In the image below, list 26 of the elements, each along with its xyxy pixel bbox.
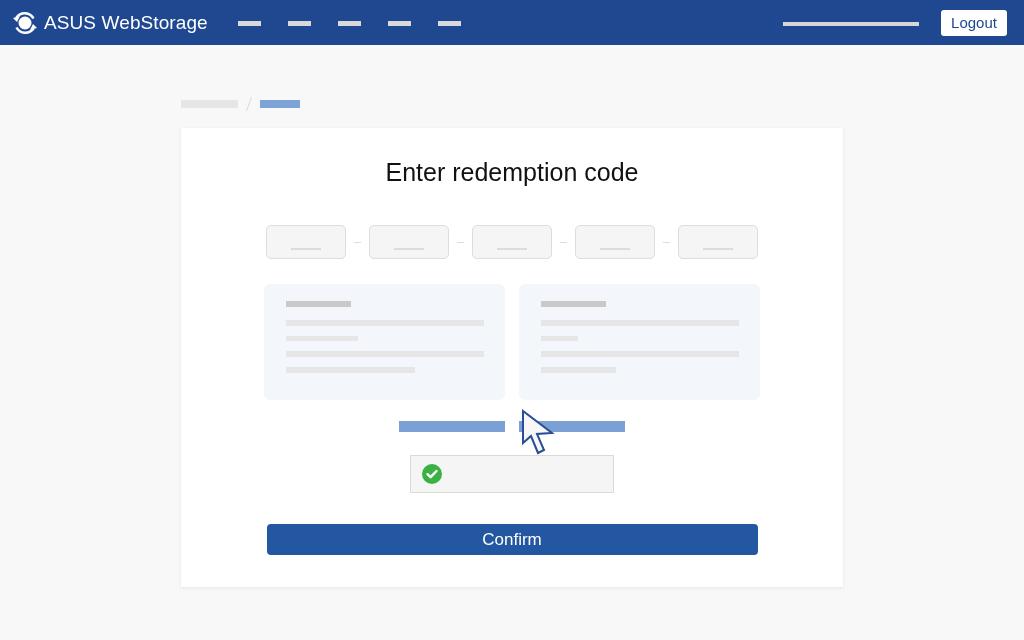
code-input-field[interactable]	[472, 225, 552, 259]
verification-box[interactable]	[410, 455, 614, 493]
confirm-button[interactable]: Confirm	[266, 524, 758, 555]
slash-separator-icon	[246, 97, 252, 111]
dash-separator	[560, 241, 567, 243]
dash-separator	[354, 241, 361, 243]
brand-name: ASUS WebStorage	[44, 11, 208, 34]
nav-placeholder-bar	[437, 21, 461, 26]
dash-separator	[663, 241, 670, 243]
code-input-field[interactable]	[369, 225, 449, 259]
nav-placeholder-bar	[287, 21, 311, 26]
breadcrumb-link-placeholder-bar	[260, 100, 300, 108]
code-input-field[interactable]	[678, 225, 758, 259]
check-icon	[422, 464, 442, 484]
heading-placeholder-bar	[286, 301, 351, 307]
nav-placeholder-bar	[387, 21, 411, 26]
nav-placeholder-bar	[337, 21, 361, 26]
code-input-field[interactable]	[575, 225, 655, 259]
mouse-pointer-icon	[521, 409, 555, 457]
logo-icon	[12, 9, 38, 36]
logout-button[interactable]: Logout	[941, 9, 1007, 36]
card-title: Enter redemption code	[385, 157, 639, 188]
nav-placeholder-bar	[237, 21, 261, 26]
code-input-field[interactable]	[266, 225, 346, 259]
heading-placeholder-bar	[541, 301, 606, 307]
dash-separator	[457, 241, 464, 243]
